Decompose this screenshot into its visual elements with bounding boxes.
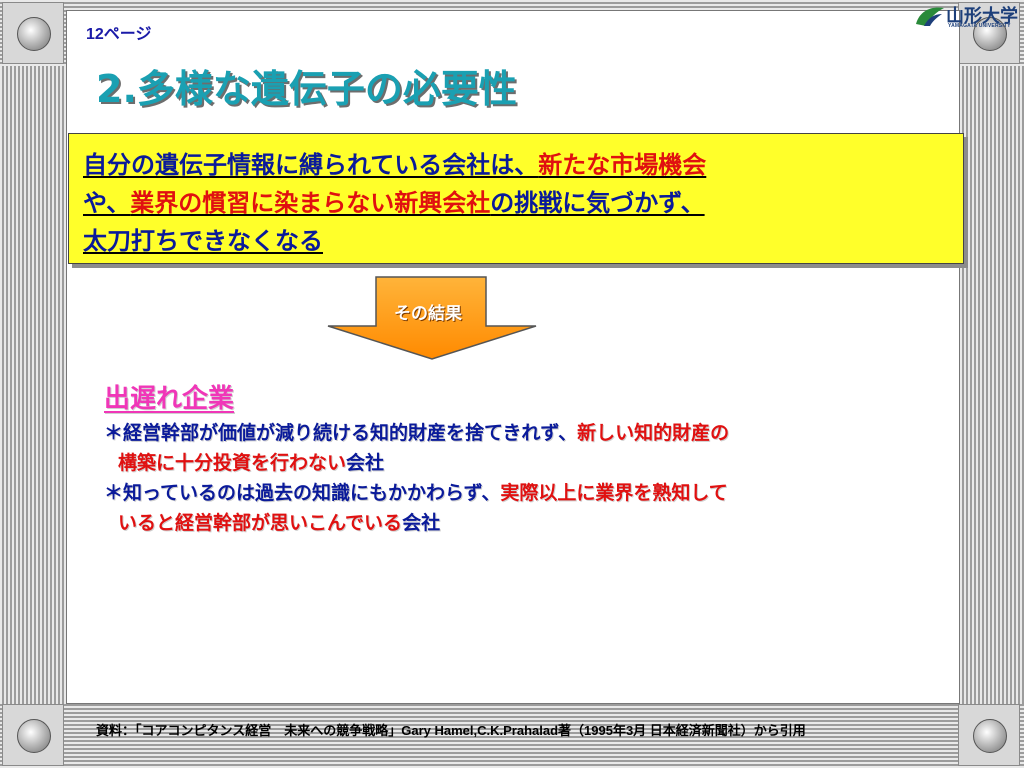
box-line-2: や、業界の慣習に染まらない新興会社の挑戦に気づかず、 [83,184,963,222]
list-item-continuation: 構築に十分投資を行わない会社 [104,448,729,478]
list-item: ＊知っているのは過去の知識にもかかわらず、実際以上に業界を熟知して [104,478,729,508]
box-text-blue: 太刀打ちできなくなる [83,227,323,255]
corner-bottom-right [958,704,1020,766]
box-text-blue: や、 [83,189,131,217]
bullet-text-red: 実際以上に業界を熟知して [500,482,728,504]
box-line-1: 自分の遺伝子情報に縛られている会社は、新たな市場機会 [83,146,963,184]
bullet-text-blue: ＊経営幹部が価値が減り続ける知的財産を捨てきれず、 [104,422,578,444]
box-text-red: 新たな市場機会 [538,151,707,179]
bullet-list: ＊経営幹部が価値が減り続ける知的財産を捨てきれず、新しい知的財産の 構築に十分投… [104,418,729,538]
bullet-text-blue: ＊知っているのは過去の知識にもかかわらず、 [104,482,501,504]
circle-icon [17,719,51,753]
corner-top-left [2,2,64,64]
bullet-text-red: いると経営幹部が思いこんでいる [118,512,403,534]
bullet-text-blue: 会社 [402,512,441,534]
slide-title: 2.多様な遺伝子の必要性 [96,67,517,111]
page-number: 12ページ [86,26,152,43]
list-item: ＊経営幹部が価値が減り続ける知的財産を捨てきれず、新しい知的財産の [104,418,729,448]
box-text-blue: の挑戦に気づかず、 [490,189,705,217]
list-item-continuation: いると経営幹部が思いこんでいる会社 [104,508,729,538]
arrow-label: その結果 [394,304,462,324]
logo-subtitle: YAMAGATA UNIVERSITY [948,23,1011,29]
circle-icon [973,719,1007,753]
highlight-box: 自分の遺伝子情報に縛られている会社は、新たな市場機会 や、業界の慣習に染まらない… [68,133,964,264]
bullet-text-red: 構築に十分投資を行わない [118,452,347,474]
box-text-red: 業界の慣習に染まらない新興会社 [130,189,491,217]
box-line-3: 太刀打ちできなくなる [83,222,963,260]
section-heading: 出遅れ企業 [104,384,235,414]
corner-bottom-left [2,704,64,766]
source-citation: 資料：「コアコンピタンス経営 未来への競争戦略」Gary Hamel,C.K.P… [96,723,806,738]
circle-icon [17,17,51,51]
university-logo: 山形大学 YAMAGATA UNIVERSITY [914,2,1024,32]
bullet-text-red: 新しい知的財産の [577,422,730,444]
box-text-blue: 自分の遺伝子情報に縛られている会社は、 [83,151,539,179]
leaf-logo-icon [916,7,944,26]
bullet-text-blue: 会社 [346,452,385,474]
